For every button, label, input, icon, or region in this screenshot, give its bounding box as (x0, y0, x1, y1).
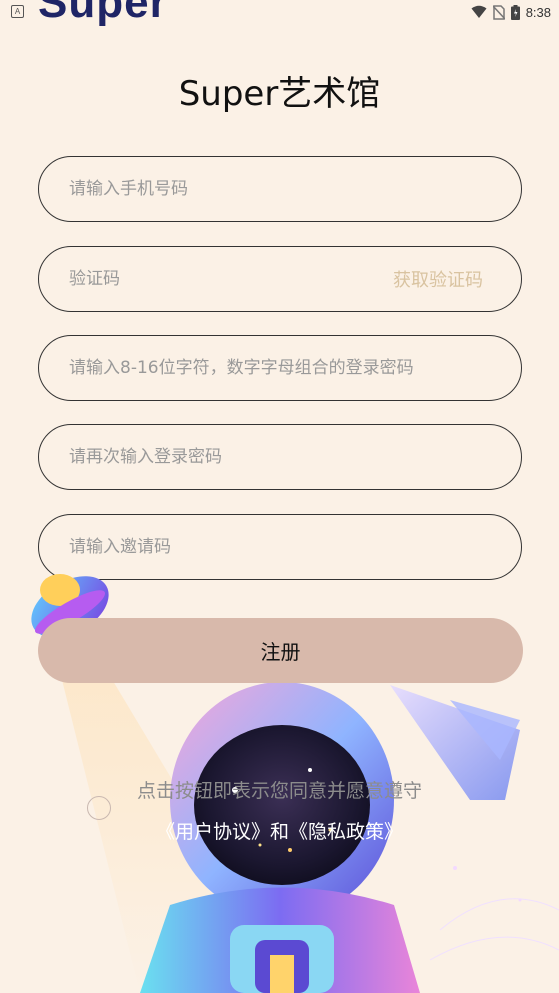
clock: 8:38 (525, 4, 551, 20)
battery-icon (510, 4, 520, 20)
notification-a-icon: A (11, 5, 24, 18)
phone-field[interactable] (38, 156, 522, 222)
logo-text: Super (38, 0, 168, 27)
get-code-button[interactable]: 获取验证码 (393, 247, 483, 311)
password-field[interactable] (38, 335, 522, 401)
no-sim-icon (492, 4, 505, 20)
agreement-and-text: 和 (269, 821, 289, 843)
wifi-icon (471, 5, 487, 18)
agreement-links: 《用户协议》和《隐私政策》 (0, 817, 559, 844)
password-input[interactable] (69, 336, 489, 400)
verification-code-input[interactable] (69, 247, 369, 311)
phone-input[interactable] (69, 157, 369, 221)
page-title: Super艺术馆 (178, 74, 381, 114)
status-icons: 8:38 (471, 2, 551, 22)
agreement-text: 点击按钮即表示您同意并愿意遵守 (136, 780, 422, 802)
confirm-password-input[interactable] (69, 425, 369, 489)
privacy-policy-link[interactable]: 《隐私政策》 (289, 821, 403, 843)
status-bar: Super A 8:38 (0, 0, 559, 27)
user-agreement-link[interactable]: 《用户协议》 (156, 821, 270, 843)
verification-code-field[interactable]: 获取验证码 (38, 246, 522, 312)
register-button[interactable]: 注册 (38, 618, 523, 683)
confirm-password-field[interactable] (38, 424, 522, 490)
